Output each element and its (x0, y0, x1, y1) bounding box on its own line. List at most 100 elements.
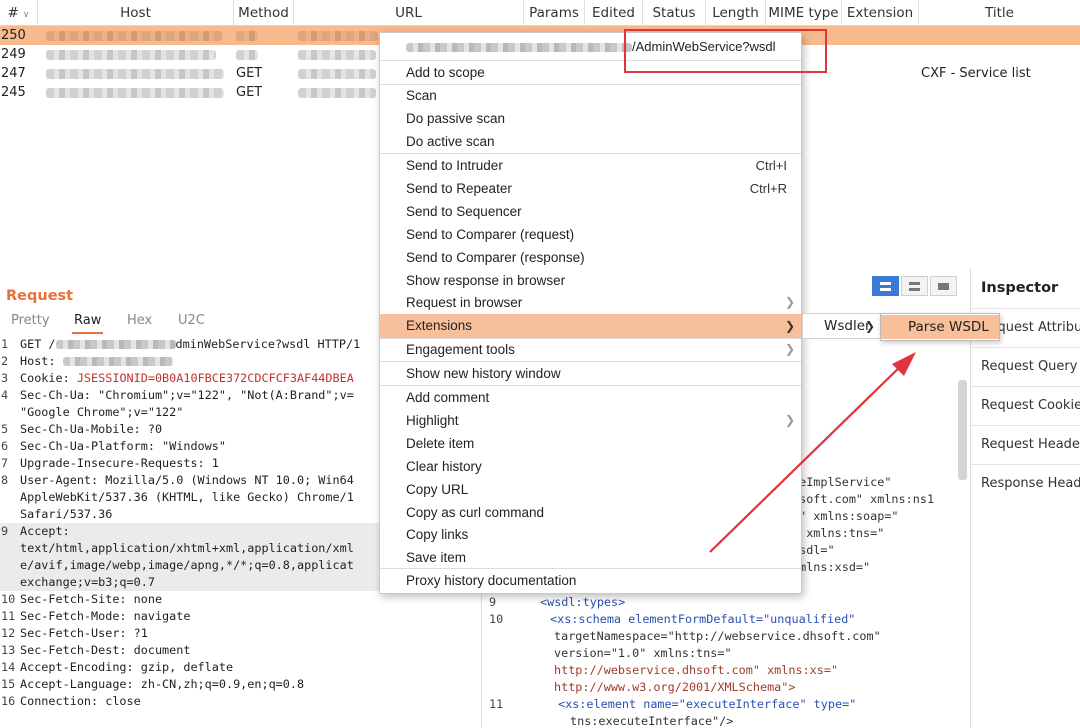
chevron-right-icon: ❯ (784, 295, 795, 309)
response-fragment: xmlns:xsd=" (792, 560, 871, 574)
column-header-host[interactable]: Host (38, 0, 234, 26)
menu-send-to-sequencer[interactable]: Send to Sequencer (380, 200, 801, 223)
menu-do-passive-scan[interactable]: Do passive scan (380, 107, 801, 130)
tab-pretty[interactable]: Pretty (11, 313, 50, 328)
response-line: 10 <xs:schema elementFormDefault="unquali… (489, 612, 856, 626)
column-header-length[interactable]: Length (706, 0, 766, 26)
menu-extensions[interactable]: Extensions ❯ (380, 314, 801, 338)
menu-copy-as-curl[interactable]: Copy as curl command (380, 501, 801, 524)
request-line: 11 Sec-Fetch-Mode: navigate (1, 609, 191, 623)
column-header-number[interactable]: # ∨ (0, 0, 38, 26)
row-number: 250 (1, 28, 26, 43)
redacted-url (298, 31, 378, 41)
response-line: version="1.0" xmlns:tns=" (554, 646, 732, 660)
menu-send-to-intruder[interactable]: Send to Intruder Ctrl+I (380, 154, 801, 177)
response-fragment: p" xmlns:soap=" (792, 509, 899, 523)
shortcut-label: Ctrl+R (749, 181, 787, 196)
column-header-method[interactable]: Method (234, 0, 294, 26)
inspector-response-headers[interactable]: Response Headers (971, 464, 1080, 502)
menu-copy-links[interactable]: Copy links (380, 523, 801, 546)
redacted-host (46, 31, 222, 41)
menu-scan[interactable]: Scan (380, 84, 801, 107)
row-number: 245 (1, 85, 26, 100)
column-header-url[interactable]: URL (294, 0, 524, 26)
column-header-params[interactable]: Params (524, 0, 585, 26)
menu-copy-url[interactable]: Copy URL (380, 478, 801, 501)
column-header-status[interactable]: Status (643, 0, 706, 26)
response-line: tns:executeInterface"/> (570, 714, 734, 728)
redacted-method (236, 50, 258, 60)
request-line: 16 Connection: close (1, 694, 141, 708)
redacted-host (46, 69, 224, 79)
chevron-right-icon: ❯ (784, 342, 795, 356)
menu-save-item[interactable]: Save item (380, 546, 801, 569)
inspector-request-headers[interactable]: Request Headers (971, 425, 1080, 463)
response-line: 9 <wsdl:types> (489, 595, 626, 609)
wsdler-submenu: Parse WSDL (880, 313, 1000, 341)
redacted-host (46, 88, 224, 98)
table-header: # ∨ Host Method URL Params Edited Status … (0, 0, 1080, 26)
extensions-submenu: Wsdler ❯ (802, 313, 882, 339)
column-header-mime-type[interactable]: MIME type (766, 0, 842, 26)
menu-do-active-scan[interactable]: Do active scan (380, 130, 801, 153)
request-line: 14 Accept-Encoding: gzip, deflate (1, 660, 234, 674)
layout-toggle-group (872, 276, 958, 296)
menu-send-to-repeater[interactable]: Send to Repeater Ctrl+R (380, 177, 801, 200)
response-fragment: wsdl=" (792, 543, 835, 557)
menu-request-in-browser[interactable]: Request in browser ❯ (380, 291, 801, 314)
chevron-right-icon: ❯ (784, 413, 795, 427)
split-view-button[interactable] (872, 276, 899, 296)
response-fragment: " xmlns:tns=" (792, 526, 885, 540)
menu-show-new-history-window[interactable]: Show new history window (380, 362, 801, 385)
menu-engagement-tools[interactable]: Engagement tools ❯ (380, 338, 801, 361)
request-line: 12 Sec-Fetch-User: ?1 (1, 626, 148, 640)
request-line: 13 Sec-Fetch-Dest: document (1, 643, 191, 657)
response-line: http://www.w3.org/2001/XMLSchema"> (554, 680, 796, 694)
inspector-request-query-parameters[interactable]: Request Query Parameters (971, 347, 1080, 385)
inspector-title: Inspector (981, 280, 1059, 296)
response-fragment: ceImplService" (792, 475, 892, 489)
redacted-url-prefix (406, 43, 632, 53)
menu-send-to-comparer-response[interactable]: Send to Comparer (response) (380, 246, 801, 269)
menu-show-response-in-browser[interactable]: Show response in browser (380, 269, 801, 292)
menu-clear-history[interactable]: Clear history (380, 455, 801, 478)
column-header-extension[interactable]: Extension (842, 0, 919, 26)
menu-send-to-comparer-request[interactable]: Send to Comparer (request) (380, 223, 801, 246)
request-line: 15 Accept-Language: zh-CN,zh;q=0.9,en;q=0… (1, 677, 305, 691)
redacted-url (298, 88, 376, 98)
row-title: CXF - Service list (921, 66, 1031, 81)
tab-hex[interactable]: Hex (127, 313, 152, 328)
tab-u2c[interactable]: U2C (178, 313, 205, 328)
column-header-edited[interactable]: Edited (585, 0, 643, 26)
redacted-path (55, 340, 176, 349)
menu-add-comment[interactable]: Add comment (380, 386, 801, 409)
redacted-host (62, 357, 173, 366)
menu-parse-wsdl[interactable]: Parse WSDL (881, 315, 999, 339)
redacted-url (298, 50, 376, 60)
redacted-method (236, 31, 258, 41)
tab-raw[interactable]: Raw (71, 313, 104, 334)
menu-proxy-history-documentation[interactable]: Proxy history documentation (380, 569, 801, 592)
chevron-right-icon: ❯ (784, 319, 795, 333)
annotation-highlight-box (624, 29, 827, 73)
chevron-right-icon: ❯ (864, 319, 875, 333)
redacted-url (298, 69, 376, 79)
menu-wsdler[interactable]: Wsdler ❯ (803, 314, 881, 338)
menu-highlight[interactable]: Highlight ❯ (380, 409, 801, 432)
menu-delete-item[interactable]: Delete item (380, 432, 801, 455)
context-menu: /AdminWebService?wsdl Add to scope Scan … (379, 32, 802, 594)
response-scrollbar[interactable] (958, 380, 967, 480)
response-line: targetNamespace="http://webservice.dhsof… (554, 629, 881, 643)
row-number: 249 (1, 47, 26, 62)
response-fragment: hsoft.com" xmlns:ns1 (792, 492, 935, 506)
column-header-title[interactable]: Title (919, 0, 1080, 26)
shortcut-label: Ctrl+I (755, 158, 787, 173)
rows-icon (909, 282, 920, 285)
rows-view-button[interactable] (901, 276, 928, 296)
row-method: GET (236, 66, 263, 81)
row-method: GET (236, 85, 263, 100)
single-view-button[interactable] (930, 276, 957, 296)
request-title: Request (6, 288, 74, 304)
inspector-request-cookies[interactable]: Request Cookies (971, 386, 1080, 424)
square-icon (938, 283, 949, 290)
